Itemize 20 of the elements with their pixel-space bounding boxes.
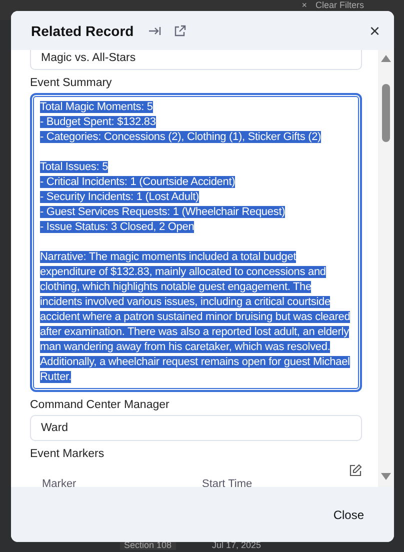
scroll-down-icon[interactable] bbox=[381, 473, 391, 480]
text-field[interactable]: Ward bbox=[30, 415, 362, 441]
table-cell: Jul 17, 2025 bbox=[212, 540, 262, 550]
close-button[interactable]: × bbox=[369, 22, 380, 40]
text-field[interactable]: Magic vs. All-Stars bbox=[30, 50, 362, 70]
scroll-up-icon[interactable] bbox=[381, 55, 391, 62]
scrollbar[interactable] bbox=[378, 50, 394, 487]
field-label: Event Markers bbox=[30, 448, 106, 460]
field-label: Event Summary bbox=[30, 77, 113, 89]
close-button[interactable]: Close bbox=[331, 504, 366, 526]
external-link-icon[interactable] bbox=[174, 24, 186, 36]
text-area[interactable]: Total Magic Moments: 5 - Budget Spent: $132.83 - Categories: Concessions (2), Clothing (1), Sticker Gifts (2) Total Issues: 5 - Critical Incidents: 1 (Courtside Accident) - Security Incidents: 1 (Lost Adult) - Guest Services Requests: 1 (Wheelchair Request) - Issue Status: 3 Closed, 2 Open Narrative: The magic moments included a total budget expenditure of $132.83, mainly allocated to concessions and clothing, which highlights notable guest engagement. The incidents involved various issues, including a critical courtside accident where a patron sustained minor bruising but was cleared after examination. There was also a reported lost adult, an elderly man wandering away from his caretaker, which was resolved. Additionally, a wheelchair request remains open for guest Michael Rutter. bbox=[30, 93, 362, 392]
scroll-thumb[interactable] bbox=[382, 84, 390, 142]
edit-icon[interactable] bbox=[349, 464, 362, 477]
column-header: Marker bbox=[42, 478, 78, 487]
field-label: Command Center Manager bbox=[30, 399, 170, 411]
modal-title: Related Record bbox=[31, 22, 134, 38]
clear-filters-button[interactable]: × Clear Filters bbox=[302, 0, 364, 11]
collapse-icon[interactable] bbox=[148, 24, 162, 36]
column-header: Start Time bbox=[202, 478, 254, 487]
